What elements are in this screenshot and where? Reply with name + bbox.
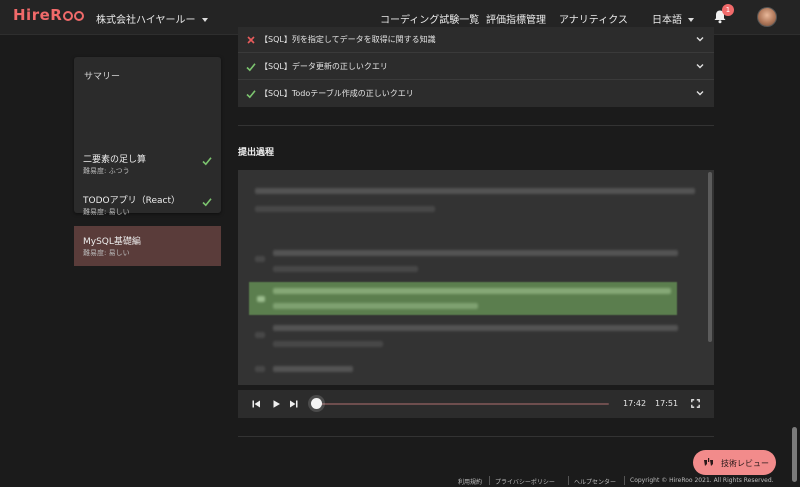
logo-mark-2 (74, 11, 85, 21)
check-icon (202, 198, 212, 207)
check-icon (246, 90, 256, 99)
blurred-line (273, 250, 678, 256)
fullscreen-icon[interactable] (691, 399, 700, 408)
section-divider (238, 125, 714, 126)
question-label: 【SQL】Todoテーブル作成の正しいクエリ (260, 89, 414, 98)
tech-review-label: 技術レビュー (721, 459, 769, 468)
language-selector[interactable]: 日本語 (652, 11, 694, 26)
tech-review-button[interactable]: 技術レビュー (693, 450, 776, 475)
cross-icon (247, 36, 255, 44)
progress-track[interactable] (317, 403, 609, 405)
blurred-line (273, 266, 418, 272)
blurred-line (255, 256, 265, 262)
question-list: 【SQL】列を指定してデータを取得に関する知識 【SQL】データ更新の正しいクエ… (238, 27, 714, 107)
question-label: 【SQL】列を指定してデータを取得に関する知識 (260, 35, 436, 44)
blurred-line (273, 288, 671, 294)
skip-back-icon[interactable] (251, 399, 261, 409)
blurred-line (273, 341, 383, 347)
footer-separator (624, 476, 625, 485)
blurred-line (255, 332, 265, 338)
current-time: 17:42 (623, 399, 647, 408)
page-scrollbar[interactable] (792, 427, 797, 482)
footer-separator (489, 476, 490, 485)
sidebar-title: サマリー (84, 72, 121, 82)
playback-controls: 17:42 17:51 (238, 390, 714, 418)
blurred-line (255, 188, 695, 194)
logo-text: HireR (13, 6, 63, 24)
footer-help[interactable]: ヘルプセンター (574, 477, 616, 486)
footer-separator (568, 476, 569, 485)
blurred-line (257, 296, 265, 302)
caret-down-icon (688, 18, 694, 22)
blurred-line (273, 303, 478, 309)
review-icon (704, 458, 713, 466)
total-time: 17:51 (655, 399, 679, 408)
play-icon[interactable] (271, 399, 281, 409)
check-icon (246, 63, 256, 72)
sidebar-item-difficulty: 難易度: 易しい (83, 208, 130, 216)
caret-down-icon (201, 18, 208, 22)
company-name: 株式会社ハイヤールー (96, 15, 196, 26)
question-row[interactable]: 【SQL】データ更新の正しいクエリ (238, 54, 714, 80)
footer-copyright: Copyright © HireRoo 2021. All Rights Res… (630, 477, 774, 484)
blurred-line (273, 325, 678, 331)
avatar[interactable] (757, 7, 777, 27)
logo-mark (63, 11, 74, 21)
notification-badge: 1 (722, 4, 734, 16)
viewer-scrollbar[interactable] (708, 172, 712, 342)
section-divider (238, 436, 714, 437)
progress-knob[interactable] (311, 398, 322, 409)
chevron-down-icon[interactable] (696, 90, 704, 96)
highlighted-row[interactable] (249, 282, 677, 315)
sidebar-item-name: MySQL基礎編 (83, 237, 141, 247)
footer-terms[interactable]: 利用規約 (458, 477, 482, 486)
sidebar-item-name: TODOアプリ（React） (83, 196, 180, 206)
check-icon (202, 157, 212, 166)
question-row[interactable]: 【SQL】Todoテーブル作成の正しいクエリ (238, 81, 714, 107)
logo[interactable]: HireR (13, 6, 85, 24)
submission-viewer[interactable] (238, 170, 714, 385)
blurred-line (255, 206, 435, 212)
nav-analytics[interactable]: アナリティクス (559, 11, 628, 26)
sidebar-item-two-sum[interactable]: 二要素の足し算 難易度: ふつう (74, 144, 221, 185)
blurred-line (255, 366, 265, 372)
sidebar-item-todo-app[interactable]: TODOアプリ（React） 難易度: 易しい (74, 185, 221, 226)
sidebar-item-difficulty: 難易度: ふつう (83, 167, 130, 175)
company-selector[interactable]: 株式会社ハイヤールー (96, 11, 208, 26)
sidebar-item-name: 二要素の足し算 (83, 155, 147, 165)
footer-privacy[interactable]: プライバシーポリシー (495, 477, 555, 486)
chevron-down-icon[interactable] (696, 63, 704, 69)
question-row[interactable]: 【SQL】列を指定してデータを取得に関する知識 (238, 27, 714, 53)
question-label: 【SQL】データ更新の正しいクエリ (260, 62, 388, 71)
skip-forward-icon[interactable] (289, 399, 299, 409)
blurred-line (273, 366, 353, 372)
nav-exam-list[interactable]: コーディング試験一覧 (380, 11, 479, 26)
summary-sidebar: サマリー 二要素の足し算 難易度: ふつう TODOアプリ（React） 難易度… (74, 57, 221, 266)
chevron-down-icon[interactable] (696, 36, 704, 42)
sidebar-item-difficulty: 難易度: 易しい (83, 249, 130, 257)
language-label: 日本語 (652, 15, 682, 26)
sidebar-item-mysql[interactable]: MySQL基礎編 難易度: 易しい (74, 226, 221, 266)
submission-title: 提出過程 (238, 148, 275, 158)
nav-evaluation-metrics[interactable]: 評価指標管理 (486, 11, 546, 26)
